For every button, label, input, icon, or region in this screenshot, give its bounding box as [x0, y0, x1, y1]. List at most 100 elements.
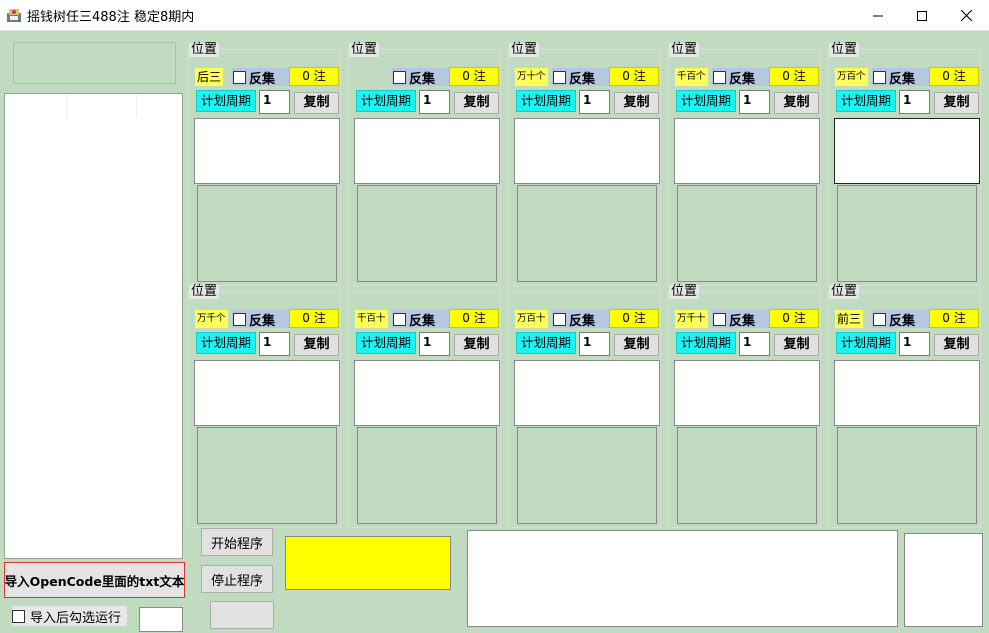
close-button[interactable] — [943, 0, 989, 31]
invert-checkbox[interactable]: 反集 — [232, 310, 291, 329]
checkbox-box[interactable] — [233, 70, 246, 84]
period-input[interactable]: 1 — [899, 332, 930, 356]
plan-period-label: 计划周期 — [356, 90, 416, 112]
result-area — [197, 427, 337, 524]
period-input[interactable]: 1 — [259, 90, 290, 114]
invert-checkbox[interactable]: 反集 — [872, 310, 931, 329]
period-input[interactable]: 1 — [419, 90, 450, 114]
plan-period-label: 计划周期 — [676, 332, 736, 354]
copy-button[interactable]: 复制 — [294, 92, 339, 114]
list-column-header[interactable] — [67, 94, 137, 118]
invert-checkbox[interactable]: 反集 — [712, 310, 771, 329]
position-selector[interactable]: 万十个 — [515, 68, 548, 86]
group-legend: 位置 — [189, 284, 220, 299]
plan-period-label: 计划周期 — [836, 90, 896, 112]
period-input[interactable]: 1 — [579, 90, 610, 114]
list-column-header[interactable] — [5, 94, 67, 118]
position-selector[interactable]: 万百十 — [515, 310, 548, 328]
period-input[interactable]: 1 — [419, 332, 450, 356]
invert-label: 反集 — [409, 313, 436, 329]
period-input[interactable]: 1 — [739, 332, 770, 356]
position-group: 位置 万百个 反集 0 注 计划周期 1 复制 — [827, 43, 981, 286]
checkbox-box[interactable] — [553, 70, 566, 84]
minimize-button[interactable] — [855, 0, 901, 31]
invert-checkbox[interactable]: 反集 — [552, 310, 611, 329]
position-selector[interactable]: 前三 — [835, 310, 864, 328]
copy-button[interactable]: 复制 — [774, 334, 819, 356]
log-textbox[interactable] — [467, 530, 898, 627]
invert-checkbox[interactable]: 反集 — [712, 68, 771, 87]
period-input[interactable]: 1 — [899, 90, 930, 114]
count-display: 0 注 — [609, 309, 659, 328]
invert-checkbox[interactable]: 反集 — [392, 310, 451, 329]
numbers-textbox[interactable] — [834, 118, 980, 184]
invert-checkbox[interactable]: 反集 — [392, 68, 451, 87]
plan-period-label: 计划周期 — [356, 332, 416, 354]
result-area — [837, 185, 977, 282]
numbers-textbox[interactable] — [354, 360, 500, 426]
result-area — [197, 185, 337, 282]
plan-period-label: 计划周期 — [516, 332, 576, 354]
checkbox-box[interactable] — [12, 609, 25, 623]
position-group: 位置 前三 反集 0 注 计划周期 1 复制 — [827, 285, 981, 528]
position-selector[interactable]: 万千个 — [195, 310, 228, 328]
count-display: 0 注 — [769, 309, 819, 328]
maximize-button[interactable] — [899, 0, 945, 31]
position-selector[interactable]: 千百十 — [355, 310, 388, 328]
position-group: 万百十 反集 0 注 计划周期 1 复制 — [507, 291, 661, 528]
run-delay-input[interactable] — [139, 607, 183, 632]
copy-button[interactable]: 复制 — [774, 92, 819, 114]
copy-button[interactable]: 复制 — [934, 92, 979, 114]
position-selector[interactable]: 千百个 — [675, 68, 708, 86]
position-selector[interactable]: 后三 — [195, 68, 224, 86]
count-display: 0 注 — [289, 67, 339, 86]
numbers-textbox[interactable] — [834, 360, 980, 426]
copy-button[interactable]: 复制 — [454, 334, 499, 356]
app-icon — [6, 7, 22, 23]
numbers-textbox[interactable] — [674, 360, 820, 426]
numbers-textbox[interactable] — [674, 118, 820, 184]
invert-checkbox[interactable]: 反集 — [872, 68, 931, 87]
checkbox-box[interactable] — [873, 70, 886, 84]
copy-button[interactable]: 复制 — [294, 334, 339, 356]
position-group: 位置 万十个 反集 0 注 计划周期 1 复制 — [507, 43, 661, 286]
group-legend: 位置 — [829, 284, 860, 299]
copy-button[interactable]: 复制 — [614, 334, 659, 356]
side-textbox[interactable] — [904, 533, 983, 627]
numbers-textbox[interactable] — [514, 360, 660, 426]
period-input[interactable]: 1 — [739, 90, 770, 114]
import-txt-button[interactable]: 导入OpenCode里面的txt文本 — [4, 562, 185, 598]
count-display: 0 注 — [769, 67, 819, 86]
copy-button[interactable]: 复制 — [614, 92, 659, 114]
result-area — [677, 185, 817, 282]
checkbox-box[interactable] — [713, 312, 726, 326]
checkbox-box[interactable] — [233, 312, 246, 326]
invert-label: 反集 — [249, 313, 276, 329]
invert-label: 反集 — [409, 71, 436, 87]
start-program-button[interactable]: 开始程序 — [201, 528, 273, 556]
checkbox-box[interactable] — [713, 70, 726, 84]
checkbox-box[interactable] — [553, 312, 566, 326]
copy-button[interactable]: 复制 — [934, 334, 979, 356]
stop-program-button[interactable]: 停止程序 — [201, 565, 273, 593]
position-selector[interactable]: 万千十 — [675, 310, 708, 328]
run-after-import-checkbox[interactable]: 导入后勾选运行 — [12, 606, 128, 626]
numbers-textbox[interactable] — [354, 118, 500, 184]
count-display: 0 注 — [289, 309, 339, 328]
period-input[interactable]: 1 — [259, 332, 290, 356]
period-input[interactable]: 1 — [579, 332, 610, 356]
file-list[interactable] — [4, 93, 183, 559]
numbers-textbox[interactable] — [194, 118, 340, 184]
status-display — [285, 536, 451, 590]
checkbox-box[interactable] — [873, 312, 886, 326]
position-group: 位置 万千个 反集 0 注 计划周期 1 复制 — [187, 285, 341, 528]
checkbox-box[interactable] — [393, 312, 406, 326]
position-selector[interactable]: 万百个 — [835, 68, 868, 86]
invert-checkbox[interactable]: 反集 — [232, 68, 291, 87]
checkbox-box[interactable] — [393, 70, 406, 84]
invert-checkbox[interactable]: 反集 — [552, 68, 611, 87]
copy-button[interactable]: 复制 — [454, 92, 499, 114]
numbers-textbox[interactable] — [514, 118, 660, 184]
blank-button[interactable] — [210, 601, 274, 629]
numbers-textbox[interactable] — [194, 360, 340, 426]
